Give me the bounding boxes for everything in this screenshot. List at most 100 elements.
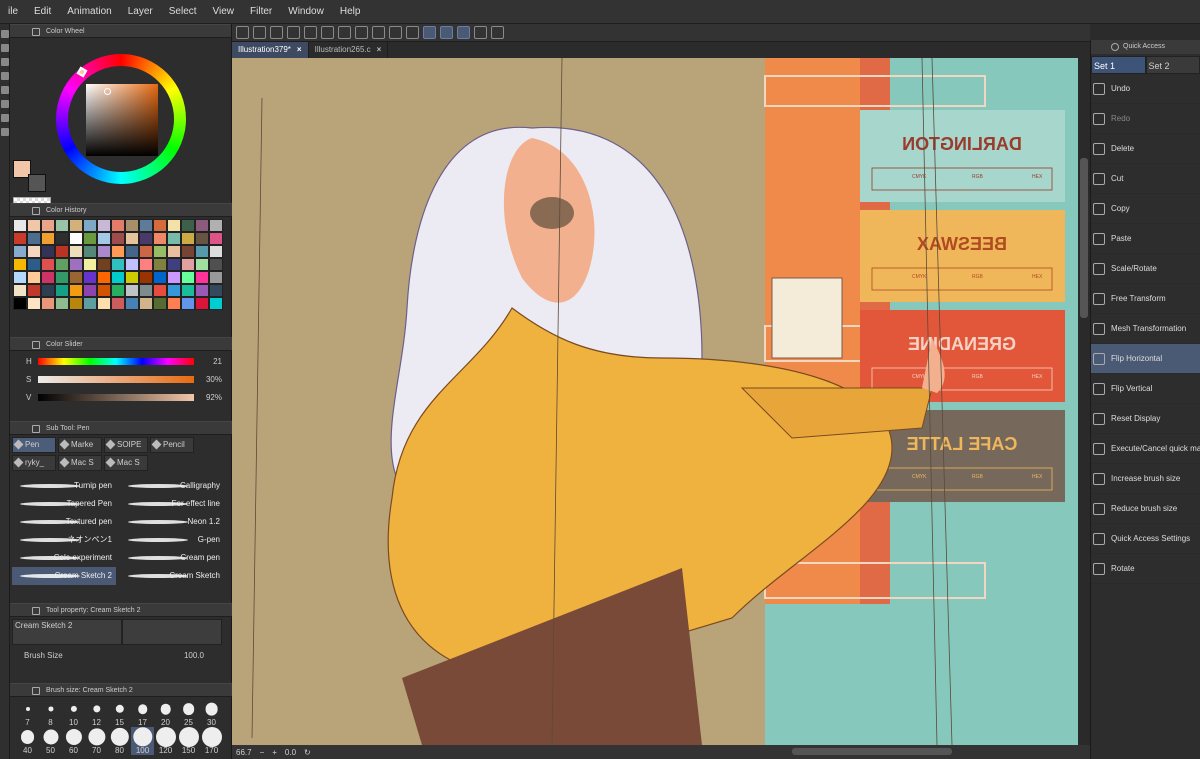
history-swatch[interactable]	[55, 232, 69, 245]
brush-size-option[interactable]: 170	[200, 727, 223, 755]
history-swatch[interactable]	[195, 271, 209, 284]
slider-track[interactable]	[38, 376, 194, 383]
move-tool-icon[interactable]	[1, 58, 9, 66]
history-swatch[interactable]	[195, 284, 209, 297]
history-swatch[interactable]	[83, 258, 97, 271]
history-swatch[interactable]	[181, 245, 195, 258]
history-swatch[interactable]	[41, 232, 55, 245]
brush-item[interactable]: G-pen	[120, 531, 224, 549]
history-swatch[interactable]	[69, 232, 83, 245]
quick-access-item[interactable]: Cut	[1091, 164, 1200, 194]
quick-access-item[interactable]: Mesh Transformation	[1091, 314, 1200, 344]
history-swatch[interactable]	[41, 245, 55, 258]
history-swatch[interactable]	[139, 245, 153, 258]
sub-tool-tab[interactable]: Mac S	[104, 455, 148, 471]
quick-access-item[interactable]: Flip Vertical	[1091, 374, 1200, 404]
history-swatch[interactable]	[125, 284, 139, 297]
brush-item[interactable]: Turnip pen	[12, 477, 116, 495]
pen-tool-icon[interactable]	[1, 30, 9, 38]
quick-access-item[interactable]: Free Transform	[1091, 284, 1200, 314]
history-swatch[interactable]	[111, 245, 125, 258]
slider-track[interactable]	[38, 358, 194, 365]
history-swatch[interactable]	[181, 232, 195, 245]
history-swatch[interactable]	[69, 245, 83, 258]
brush-size-option[interactable]: 25	[177, 699, 200, 727]
history-swatch[interactable]	[69, 219, 83, 232]
brush-size-option[interactable]: 70	[85, 727, 108, 755]
history-swatch[interactable]	[195, 232, 209, 245]
history-swatch[interactable]	[181, 284, 195, 297]
quick-access-item[interactable]: Execute/Cancel quick mask	[1091, 434, 1200, 464]
set-tab[interactable]: Set 1	[1091, 56, 1146, 74]
history-swatch[interactable]	[181, 258, 195, 271]
history-swatch[interactable]	[181, 271, 195, 284]
rotate-icon[interactable]: ↻	[304, 748, 311, 757]
redo-icon[interactable]	[287, 26, 300, 39]
history-swatch[interactable]	[41, 297, 55, 310]
canvas[interactable]: DARLINGTON HEX RGB CMYK BEESWAX HEX RGB CMYK GRE…	[232, 58, 1090, 745]
history-swatch[interactable]	[55, 219, 69, 232]
history-swatch[interactable]	[69, 297, 83, 310]
lasso-tool-icon[interactable]	[1, 72, 9, 80]
history-swatch[interactable]	[209, 258, 223, 271]
sub-tool-tab[interactable]: SOIPE	[104, 437, 148, 453]
preset-name[interactable]: Cream Sketch 2	[12, 619, 122, 645]
brush-size-option[interactable]: 20	[154, 699, 177, 727]
history-swatch[interactable]	[41, 271, 55, 284]
sub-tool-tab[interactable]: Mac S	[58, 455, 102, 471]
brush-size-option[interactable]: 150	[177, 727, 200, 755]
quick-access-item[interactable]: Delete	[1091, 134, 1200, 164]
menu-item-3[interactable]: Layer	[120, 0, 161, 24]
history-swatch[interactable]	[167, 271, 181, 284]
sv-picker-handle[interactable]	[104, 88, 111, 95]
history-swatch[interactable]	[83, 284, 97, 297]
fill-tool-icon[interactable]	[1, 114, 9, 122]
crop-icon[interactable]	[406, 26, 419, 39]
history-swatch[interactable]	[195, 219, 209, 232]
history-swatch[interactable]	[111, 284, 125, 297]
quick-access-item[interactable]: Increase brush size	[1091, 464, 1200, 494]
zoom-value[interactable]: 66.7	[236, 748, 252, 757]
select-tool-icon[interactable]	[1, 44, 9, 52]
brush-size-option[interactable]: 40	[16, 727, 39, 755]
history-swatch[interactable]	[83, 219, 97, 232]
history-swatch[interactable]	[167, 245, 181, 258]
document-tab[interactable]: Illustration265.c ×	[308, 42, 389, 58]
quick-access-item[interactable]: Copy	[1091, 194, 1200, 224]
slider-value[interactable]: 30%	[196, 375, 222, 384]
quick-access-item[interactable]: Scale/Rotate	[1091, 254, 1200, 284]
quick-access-item[interactable]: Flip Horizontal	[1091, 344, 1200, 374]
history-swatch[interactable]	[125, 219, 139, 232]
brush-item[interactable]: Neon 1.2	[120, 513, 224, 531]
brush-item[interactable]: Cream Sketch 2	[12, 567, 116, 585]
history-swatch[interactable]	[167, 219, 181, 232]
history-swatch[interactable]	[83, 245, 97, 258]
eyedropper-tool-icon[interactable]	[1, 86, 9, 94]
history-swatch[interactable]	[153, 297, 167, 310]
fill-icon[interactable]	[338, 26, 351, 39]
history-swatch[interactable]	[41, 258, 55, 271]
brush-size-option[interactable]: 12	[85, 699, 108, 727]
document-tab[interactable]: Illustration379* ×	[232, 42, 309, 58]
history-swatch[interactable]	[209, 297, 223, 310]
history-swatch[interactable]	[125, 245, 139, 258]
history-swatch[interactable]	[27, 232, 41, 245]
history-swatch[interactable]	[13, 245, 27, 258]
menu-item-0[interactable]: ile	[0, 0, 26, 24]
menu-item-8[interactable]: Help	[332, 0, 369, 24]
history-swatch[interactable]	[111, 219, 125, 232]
history-swatch[interactable]	[97, 271, 111, 284]
history-swatch[interactable]	[139, 297, 153, 310]
history-swatch[interactable]	[69, 258, 83, 271]
history-swatch[interactable]	[209, 284, 223, 297]
history-swatch[interactable]	[195, 297, 209, 310]
close-icon[interactable]: ×	[377, 45, 382, 54]
history-swatch[interactable]	[167, 284, 181, 297]
history-swatch[interactable]	[139, 271, 153, 284]
scroll-thumb[interactable]	[1080, 158, 1088, 318]
brush-item[interactable]: Cream pen	[120, 549, 224, 567]
history-swatch[interactable]	[83, 271, 97, 284]
brush-item[interactable]: Tapered Pen	[12, 495, 116, 513]
history-swatch[interactable]	[27, 219, 41, 232]
brush-size-option[interactable]: 100	[131, 727, 154, 755]
